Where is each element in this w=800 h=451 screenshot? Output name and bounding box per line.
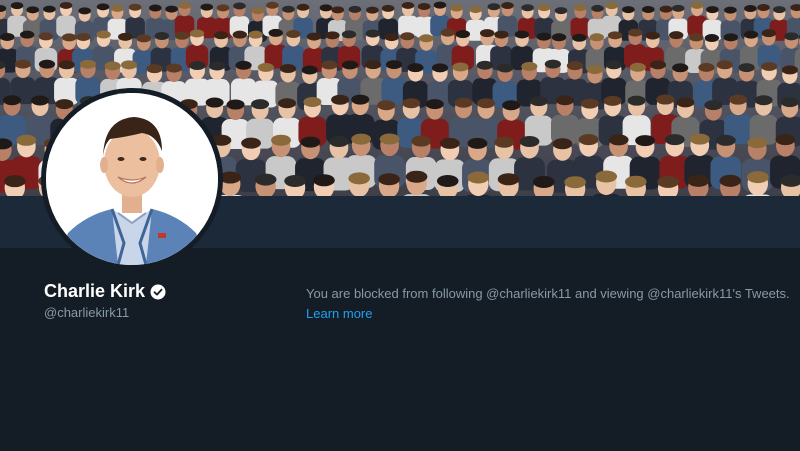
profile-avatar[interactable] bbox=[41, 88, 223, 270]
blocked-message-text: You are blocked from following @charliek… bbox=[306, 286, 790, 301]
learn-more-link[interactable]: Learn more bbox=[306, 306, 372, 321]
avatar-photo bbox=[46, 93, 218, 265]
profile-display-name-row: Charlie Kirk bbox=[44, 281, 166, 302]
verified-badge-icon bbox=[150, 284, 166, 300]
profile-handle[interactable]: @charliekirk11 bbox=[44, 305, 129, 320]
blocked-notice: You are blocked from following @charliek… bbox=[306, 284, 798, 324]
display-name: Charlie Kirk bbox=[44, 281, 146, 301]
